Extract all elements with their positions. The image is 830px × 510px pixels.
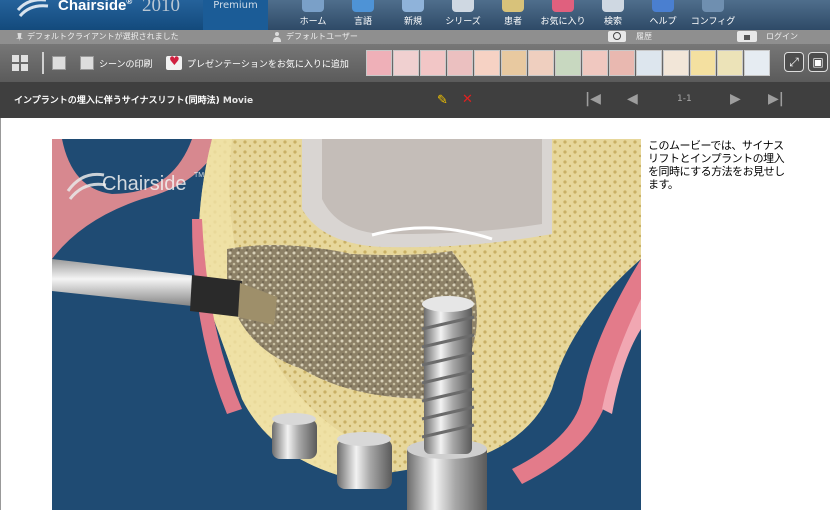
user-status[interactable]: デフォルトユーザー bbox=[272, 30, 358, 44]
printer-icon bbox=[80, 56, 94, 70]
content-border bbox=[0, 118, 1, 510]
toolbar: シーンの印刷 プレゼンテーションをお気に入りに追加 ⤢ ▣ bbox=[0, 44, 830, 82]
heart-icon bbox=[166, 54, 182, 70]
nav-favorites-button[interactable]: お気に入り bbox=[538, 0, 588, 30]
nav-patient-button[interactable]: 患者 bbox=[488, 0, 538, 30]
add-favorite-label: プレゼンテーションをお気に入りに追加 bbox=[187, 59, 349, 70]
media-type-label: Movie bbox=[222, 96, 254, 106]
scene-thumbnail[interactable] bbox=[609, 50, 635, 76]
pin-icon bbox=[16, 32, 23, 42]
presentation-title: インプラントの埋入に伴うサイナスリフト(同時法) Movie bbox=[14, 96, 254, 106]
edition-badge: Premium bbox=[203, 0, 268, 30]
scene-thumbnail[interactable] bbox=[501, 50, 527, 76]
history-label[interactable]: 履歴 bbox=[636, 30, 652, 44]
scene-thumbnail[interactable] bbox=[447, 50, 473, 76]
delete-x-icon[interactable]: ✕ bbox=[462, 92, 473, 107]
nav-search-button[interactable]: 検索 bbox=[588, 0, 638, 30]
new-icon bbox=[402, 0, 424, 12]
info-icon bbox=[52, 56, 66, 70]
scene-thumbnail[interactable] bbox=[474, 50, 500, 76]
scene-thumbnail[interactable] bbox=[690, 50, 716, 76]
scene-thumbnail[interactable] bbox=[663, 50, 689, 76]
nav-home-button[interactable]: ホーム bbox=[288, 0, 338, 30]
video-watermark: Chairside bbox=[102, 173, 186, 195]
user-status-text: デフォルトユーザー bbox=[286, 32, 358, 41]
prev-page-button[interactable]: ◀ bbox=[627, 91, 638, 107]
app-name: Chairside® bbox=[58, 0, 133, 14]
video-watermark-tm: TM bbox=[194, 172, 204, 179]
status-bar: デフォルトクライアントが選択されました デフォルトユーザー 履歴 ログイン bbox=[0, 30, 830, 44]
edit-pencil-icon[interactable]: ✎ bbox=[437, 93, 448, 108]
add-favorite-button[interactable]: プレゼンテーションをお気に入りに追加 bbox=[166, 44, 349, 82]
home-icon bbox=[302, 0, 324, 12]
grid-icon bbox=[12, 55, 28, 71]
scene-thumbnail[interactable] bbox=[636, 50, 662, 76]
scene-thumbnails bbox=[366, 50, 770, 76]
scene-thumbnail[interactable] bbox=[555, 50, 581, 76]
layout-toggle-button[interactable] bbox=[12, 44, 28, 82]
sinus-lift-illustration: Chairside TM bbox=[52, 139, 641, 510]
next-page-button[interactable]: ▶ bbox=[730, 91, 741, 107]
scene-thumbnail[interactable] bbox=[717, 50, 743, 76]
movie-player[interactable]: Chairside TM bbox=[52, 139, 641, 510]
scene-thumbnail[interactable] bbox=[744, 50, 770, 76]
page-indicator: 1-1 bbox=[677, 94, 692, 104]
nav-series-button[interactable]: シリーズ bbox=[438, 0, 488, 30]
fullscreen-button[interactable]: ⤢ bbox=[784, 52, 804, 72]
print-scene-button[interactable]: シーンの印刷 bbox=[80, 44, 153, 82]
scene-thumbnail[interactable] bbox=[393, 50, 419, 76]
login-link[interactable]: ログイン bbox=[766, 30, 798, 44]
print-scene-label: シーンの印刷 bbox=[99, 59, 153, 70]
history-button[interactable] bbox=[608, 31, 626, 42]
user-icon bbox=[272, 32, 282, 42]
language-icon bbox=[352, 0, 374, 12]
top-bar: Chairside® 2010 Premium ホーム 言語 新規 シリーズ 患… bbox=[0, 0, 830, 30]
scene-thumbnail[interactable] bbox=[528, 50, 554, 76]
scene-thumbnail[interactable] bbox=[420, 50, 446, 76]
search-icon bbox=[602, 0, 624, 12]
toolbar-divider bbox=[42, 52, 44, 74]
client-status[interactable]: デフォルトクライアントが選択されました bbox=[16, 30, 179, 44]
series-icon bbox=[452, 0, 474, 12]
patient-icon bbox=[502, 0, 524, 12]
presentation-title-bar: インプラントの埋入に伴うサイナスリフト(同時法) Movie ✎ ✕ |◀ ◀ … bbox=[0, 82, 830, 118]
client-status-text: デフォルトクライアントが選択されました bbox=[27, 32, 179, 41]
lock-icon[interactable] bbox=[737, 31, 757, 42]
app-year: 2010 bbox=[142, 0, 180, 16]
scene-thumbnail[interactable] bbox=[582, 50, 608, 76]
nav-new-button[interactable]: 新規 bbox=[388, 0, 438, 30]
nav-help-button[interactable]: ヘルプ bbox=[638, 0, 688, 30]
config-icon bbox=[702, 0, 724, 12]
scene-thumbnail[interactable] bbox=[366, 50, 392, 76]
info-button[interactable] bbox=[52, 44, 66, 82]
screen-mode-button[interactable]: ▣ bbox=[808, 52, 828, 72]
help-icon bbox=[652, 0, 674, 12]
last-page-button[interactable]: ▶| bbox=[768, 91, 784, 107]
nav-language-button[interactable]: 言語 bbox=[338, 0, 388, 30]
logo-swirl-icon bbox=[16, 0, 49, 18]
favorites-icon bbox=[552, 0, 574, 12]
first-page-button[interactable]: |◀ bbox=[585, 91, 601, 107]
main-nav: ホーム 言語 新規 シリーズ 患者 お気に入り 検索 ヘルプ コンフィグ bbox=[288, 0, 738, 30]
movie-description: このムービーでは、サイナスリフトとインプラントの埋入を同時にする方法をお見せしま… bbox=[648, 139, 785, 191]
nav-config-button[interactable]: コンフィグ bbox=[688, 0, 738, 30]
